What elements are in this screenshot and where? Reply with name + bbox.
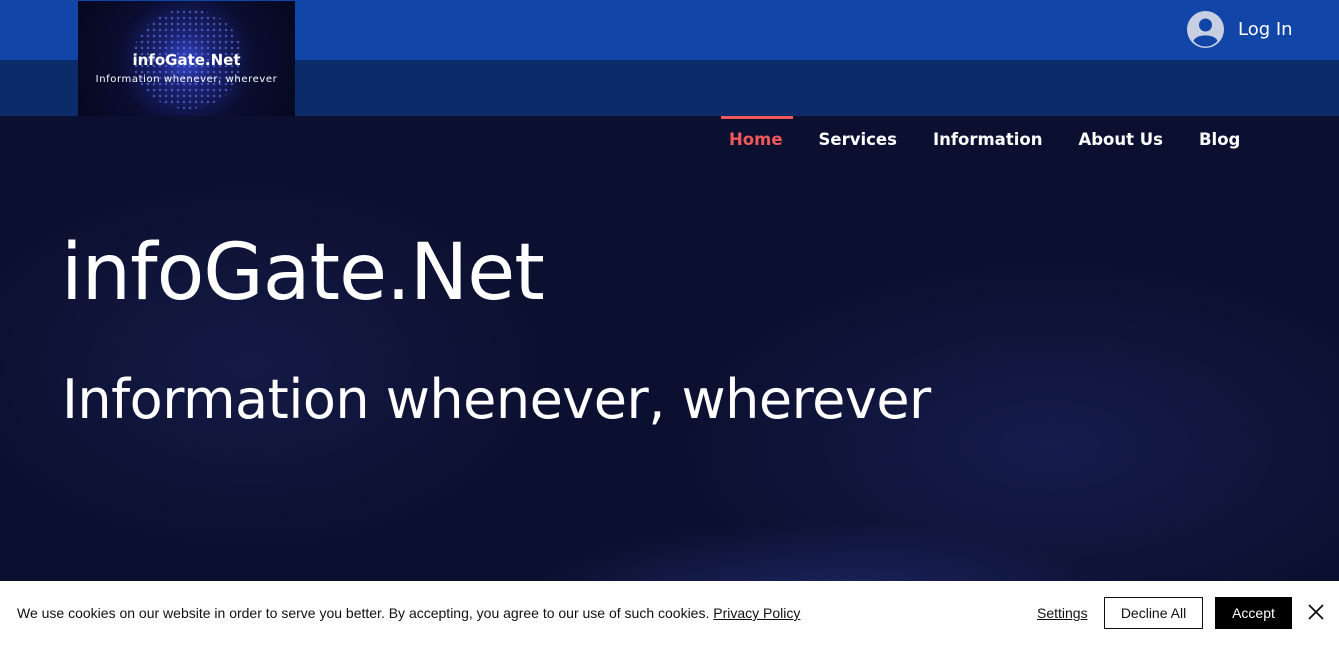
cookie-text: We use cookies on our website in order t… — [17, 605, 710, 621]
nav-item-information[interactable]: Information — [915, 116, 1061, 166]
nav-item-home[interactable]: Home — [711, 116, 801, 166]
hero-title: infoGate.Net — [61, 228, 545, 318]
main-nav: Home Services Information About Us Blog — [711, 116, 1258, 166]
cookie-message: We use cookies on our website in order t… — [17, 605, 800, 621]
cookie-banner: We use cookies on our website in order t… — [0, 581, 1339, 645]
cookie-settings-link[interactable]: Settings — [1037, 605, 1088, 621]
hero-subtitle: Information whenever, wherever — [62, 368, 931, 431]
site-logo[interactable]: infoGate.Net Information whenever, where… — [78, 1, 295, 116]
user-avatar-icon — [1187, 10, 1224, 48]
nav-item-services[interactable]: Services — [801, 116, 915, 166]
decline-all-button[interactable]: Decline All — [1104, 597, 1203, 629]
logo-title: infoGate.Net — [132, 51, 241, 69]
nav-item-about-us[interactable]: About Us — [1060, 116, 1181, 166]
login-button[interactable]: Log In — [1187, 10, 1293, 48]
login-label: Log In — [1238, 18, 1293, 40]
nav-item-blog[interactable]: Blog — [1181, 116, 1258, 166]
close-icon[interactable] — [1306, 602, 1326, 622]
privacy-policy-link[interactable]: Privacy Policy — [713, 605, 800, 621]
logo-subtitle: Information whenever, wherever — [95, 74, 278, 85]
accept-button[interactable]: Accept — [1215, 597, 1292, 629]
hero-section — [0, 116, 1339, 581]
